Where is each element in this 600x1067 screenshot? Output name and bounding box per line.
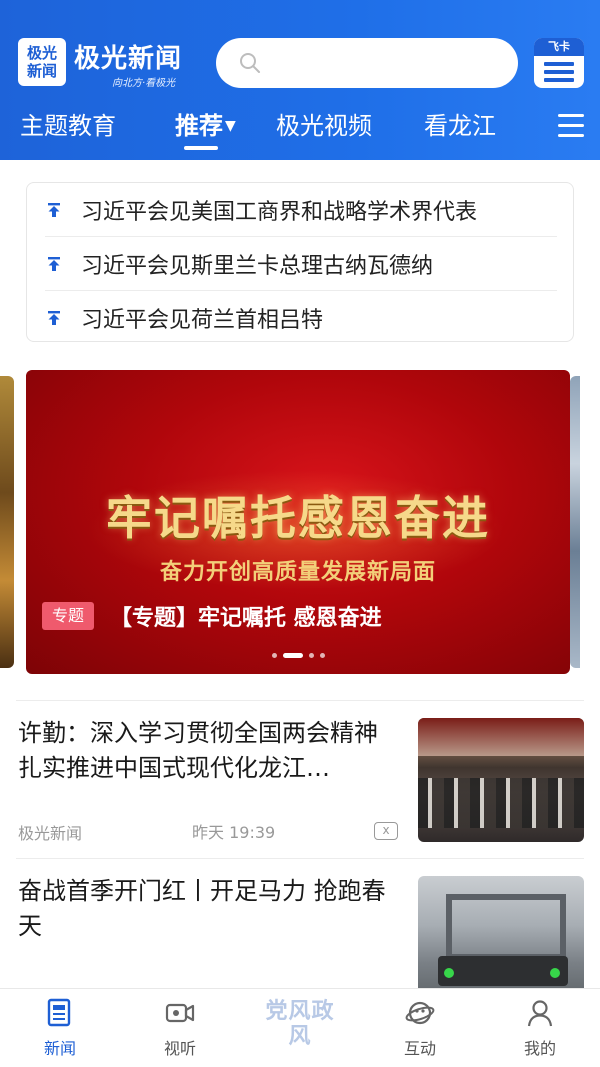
app-slogan: 向北方·看极光: [112, 78, 176, 89]
nav-news[interactable]: 新闻: [0, 997, 120, 1059]
pinned-news-item[interactable]: 习近平会见美国工商界和战略学术界代表: [45, 183, 557, 237]
banner-caption: 【专题】牢记嘱托 感恩奋进: [110, 606, 382, 631]
carousel-dot[interactable]: [309, 653, 314, 658]
tab-label: 看龙江: [424, 112, 496, 140]
banner-headline: 牢记嘱托感恩奋进: [106, 491, 490, 545]
news-thumbnail: [418, 876, 584, 1000]
tab-label: 推荐: [175, 112, 223, 140]
featured-banner[interactable]: 牢记嘱托感恩奋进 奋力开创高质量发展新局面 专题 【专题】牢记嘱托 感恩奋进: [26, 370, 570, 674]
tab-label: 极光视频: [276, 112, 372, 140]
tab-aurora-video[interactable]: 极光视频: [276, 106, 372, 141]
pin-top-icon: [48, 202, 60, 217]
nav-label: 我的: [523, 1039, 556, 1058]
news-source: 极光新闻: [18, 824, 83, 843]
search-bar[interactable]: [216, 38, 518, 88]
carousel-dot[interactable]: [320, 653, 325, 658]
nav-video[interactable]: 视听: [120, 997, 240, 1059]
tab-theme-education[interactable]: 主题教育: [20, 106, 116, 141]
carousel-prev-slide-peek[interactable]: [0, 376, 14, 668]
nav-interact[interactable]: 互动: [360, 997, 480, 1059]
news-title: 奋战首季开门红丨开足马力 抢跑春天: [18, 877, 386, 940]
pinned-news-item[interactable]: 习近平会见斯里兰卡总理古纳瓦德纳: [45, 237, 557, 291]
pinned-news-title: 习近平会见荷兰首相吕特: [81, 308, 324, 333]
pinned-news-title: 习近平会见斯里兰卡总理古纳瓦德纳: [81, 253, 434, 279]
dismiss-button[interactable]: x: [374, 822, 398, 840]
divider: [16, 700, 584, 701]
caret-down-icon: ▼: [225, 118, 236, 134]
tab-recommend[interactable]: 推荐 ▼: [175, 106, 236, 141]
nav-profile[interactable]: 我的: [480, 997, 600, 1059]
tab-label: 主题教育: [20, 112, 116, 140]
nav-label: 视听: [163, 1039, 196, 1058]
nav-label: 新闻: [43, 1039, 76, 1058]
topic-badge: 专题: [42, 602, 95, 630]
search-icon: [240, 53, 260, 73]
video-icon: [165, 1003, 195, 1023]
news-icon: [47, 998, 71, 1027]
carousel-dot-active[interactable]: [283, 653, 303, 658]
bottom-nav: 新闻 视听 党风政风 互动 我的: [0, 988, 600, 1067]
user-icon: [527, 1000, 553, 1027]
planet-icon: [405, 1001, 435, 1025]
logo-mark-line-2: 新闻: [26, 62, 57, 80]
news-list-item[interactable]: 许勤：深入学习贯彻全国两会精神 扎实推进中国式现代化龙江… 极光新闻 昨天 19…: [0, 716, 600, 846]
active-tab-indicator: [184, 146, 218, 150]
channel-tabs: 主题教育 推荐 ▼ 极光视频 看龙江: [0, 100, 600, 160]
nav-label: 互动: [403, 1039, 436, 1058]
tab-longjiang[interactable]: 看龙江: [424, 106, 496, 141]
app-logo[interactable]: 极光 新闻: [18, 38, 66, 86]
pinned-news-title: 习近平会见美国工商界和战略学术界代表: [81, 199, 478, 225]
carousel-dot[interactable]: [272, 653, 277, 658]
news-thumbnail: [418, 718, 584, 842]
pinned-news-card: 习近平会见美国工商界和战略学术界代表 习近平会见斯里兰卡总理古纳瓦德纳 习近平会…: [26, 182, 574, 342]
feika-label: 飞卡: [534, 38, 584, 56]
carousel-next-slide-peek[interactable]: [570, 376, 580, 668]
news-title: 许勤：深入学习贯彻全国两会精神 扎实推进中国式现代化龙江…: [18, 719, 378, 782]
logo-mark-line-1: 极光: [26, 44, 57, 62]
banner-subheadline: 奋力开创高质量发展新局面: [159, 559, 436, 585]
news-list-item[interactable]: 奋战首季开门红丨开足马力 抢跑春天: [0, 874, 600, 1000]
menu-icon[interactable]: [558, 114, 584, 138]
pin-top-icon: [48, 256, 60, 271]
card-icon: [544, 62, 574, 86]
carousel-indicator: [272, 653, 331, 658]
feika-button[interactable]: 飞卡: [534, 38, 584, 88]
divider: [16, 858, 584, 859]
news-time: 昨天 19:39: [192, 823, 276, 842]
party-style-badge[interactable]: 党风政风: [255, 999, 345, 1049]
app-name: 极光新闻: [74, 44, 183, 74]
pinned-news-item[interactable]: 习近平会见荷兰首相吕特: [45, 291, 557, 345]
app-header: 极光 新闻 极光新闻 向北方·看极光 飞卡 主题教育 推荐 ▼ 极光视频 看龙江: [0, 0, 600, 160]
pin-top-icon: [48, 311, 60, 325]
